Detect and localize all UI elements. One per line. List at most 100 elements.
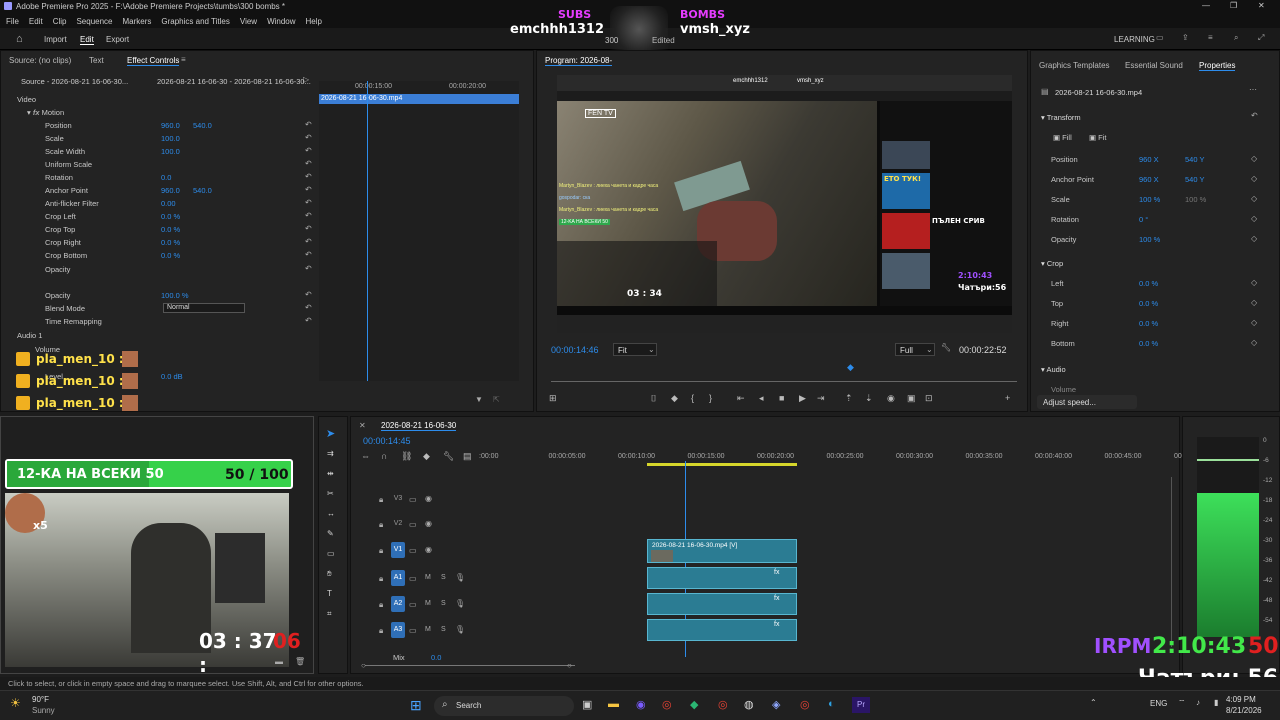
battery-icon[interactable]: ▮ [1214,698,1218,707]
app-icon-blue[interactable]: ◈ [772,698,780,711]
start-icon[interactable]: ⊞ [410,697,422,714]
clock-date[interactable]: 8/21/2026 [1226,706,1262,715]
tray-chevron-icon[interactable]: ⌃ [1090,698,1097,707]
stop-icon[interactable]: ■ [779,393,784,403]
language[interactable]: ENG [1150,699,1167,708]
learning-tab[interactable]: LEARNING [1114,35,1155,44]
task-view-icon[interactable]: ▣ [582,698,592,711]
search-icon[interactable]: ⌕ [1234,33,1238,43]
hand-icon[interactable]: ✋︎ [327,569,332,579]
menu-file[interactable]: File [6,17,19,26]
effect-prop-0-v2[interactable]: 540.0 [193,121,212,130]
reset-icon[interactable]: ↶ [305,264,312,273]
reset-icon[interactable]: ↶ [305,211,312,220]
eye-icon[interactable]: ◉ [425,545,432,554]
audio-clip-a2[interactable]: fx [647,593,797,615]
reset-icon[interactable]: ↶ [305,159,312,168]
selection-tool-icon[interactable]: ➤ [326,427,335,440]
wifi-icon[interactable]: ⌔ [1178,698,1186,708]
type-tool-icon[interactable]: T [327,589,332,598]
workspaces-icon[interactable]: ≡ [1208,33,1213,42]
effect-prop-10-v1[interactable]: 0.0 % [161,251,180,260]
effect-prop-9-v1[interactable]: 0.0 % [161,238,180,247]
sequence-menu-icon[interactable]: ≡ [449,421,454,430]
transform-section[interactable]: ▾ Transform [1041,113,1081,122]
close-icon[interactable]: ✕ [1258,1,1265,10]
reset-icon[interactable]: ↶ [1251,111,1258,120]
mark-in-icon[interactable]: { [691,393,694,403]
home-icon[interactable]: ⌂ [16,33,23,45]
reset-icon[interactable]: ↶ [305,133,312,142]
panel-icon[interactable]: ▭ [1156,33,1164,42]
keyframe-icon[interactable]: ◇ [1251,174,1257,183]
fit-button[interactable]: ▣ Fit [1089,133,1107,142]
program-timecode[interactable]: 00:00:14:46 [551,345,599,355]
blend-mode-dropdown[interactable]: Normal [163,303,245,313]
discord-icon[interactable]: ◉ [636,698,646,711]
in-point-icon[interactable]: ⌷ [651,393,656,404]
timeline-timecode[interactable]: 00:00:14:45 [363,436,411,446]
timeline-zoom-scroll[interactable] [365,665,575,666]
reset-icon[interactable]: ↶ [305,198,312,207]
audio-clip-a3[interactable]: fx [647,619,797,641]
sync-lock-icon[interactable]: ▭ [409,600,417,609]
prop-row-0-a[interactable]: 960 X [1139,155,1159,164]
file-explorer-icon[interactable]: ▬ [608,698,619,710]
source-label[interactable]: Source - 2026-08-21 16-06-30... [21,77,128,86]
effect-prop-5-v2[interactable]: 540.0 [193,186,212,195]
menu-sequence[interactable]: Sequence [76,17,112,26]
track-select-icon[interactable]: ⇉ [327,449,334,458]
export-frame-icon[interactable]: ⇱ [493,395,500,404]
level-value[interactable]: 0.0 dB [161,372,183,381]
captions-icon[interactable]: ▤ [463,451,472,462]
mute-icon[interactable]: M [425,626,431,633]
crop-row-0-val[interactable]: 0.0 % [1139,279,1158,288]
reset-icon[interactable]: ↶ [305,185,312,194]
clock-time[interactable]: 4:09 PM [1226,695,1256,704]
step-back-icon[interactable]: ◂ [759,393,764,404]
solo-icon[interactable]: S [441,626,446,633]
tab-text[interactable]: Text [89,56,104,65]
sync-lock-icon[interactable]: ▭ [409,546,417,555]
minimize-icon[interactable]: — [1202,1,1210,10]
mute-icon[interactable]: M [425,600,431,607]
program-title[interactable]: Program: 2026-08- [545,56,613,66]
fit-dropdown[interactable]: Fit ⌄ [613,343,657,356]
reset-icon[interactable]: ↶ [305,290,312,299]
maximize-icon[interactable]: ❐ [1230,1,1237,10]
extract-icon[interactable]: ⇣ [865,393,873,404]
prop-row-3-a[interactable]: 0 ° [1139,215,1148,224]
pen-icon[interactable]: ✎ [327,529,334,538]
mark-out-icon[interactable]: } [709,393,712,403]
volume-icon[interactable]: ♪ [1196,698,1200,707]
nest-icon[interactable]: ⇔ [361,451,370,461]
track-A1[interactable]: A1 [391,570,405,586]
settings-wrench-icon[interactable]: 🔧︎ [443,451,454,462]
tab-properties[interactable]: Properties [1199,61,1236,71]
close-sequence-icon[interactable]: ✕ [359,421,366,430]
crop-row-3-val[interactable]: 0.0 % [1139,339,1158,348]
mic-icon[interactable]: 🎙︎ [455,625,465,634]
zoom-start-handle[interactable]: ○ [361,661,366,670]
tab-essential-sound[interactable]: Essential Sound [1125,61,1183,70]
reset-icon[interactable]: ↶ [305,120,312,129]
reset-icon[interactable]: ↶ [305,237,312,246]
effect-prop-2-v1[interactable]: 100.0 [161,147,180,156]
camera-icon[interactable]: ◉ [887,393,895,404]
trash-icon[interactable]: 🗑︎ [295,657,305,666]
filter-icon[interactable]: ▼ [475,395,483,404]
keyframe-icon[interactable]: ◇ [1251,214,1257,223]
prop-row-4-a[interactable]: 100 % [1139,235,1160,244]
weather-icon[interactable]: ☀ [10,696,21,710]
marker-add-icon[interactable]: ◆ [423,451,430,462]
effect-prop-12-v1[interactable]: 100.0 % [161,291,189,300]
reset-icon[interactable]: ↶ [305,250,312,259]
add-button-icon[interactable]: + [1005,393,1010,403]
menu-window[interactable]: Window [267,17,295,26]
linked-icon[interactable]: ⛓︎ [401,451,412,462]
eye-icon[interactable]: ◉ [425,494,432,503]
effect-prop-4-v1[interactable]: 0.0 [161,173,171,182]
keyframe-icon[interactable]: ◇ [1251,234,1257,243]
menu-markers[interactable]: Markers [123,17,152,26]
prop-row-2-b[interactable]: 100 % [1185,195,1206,204]
